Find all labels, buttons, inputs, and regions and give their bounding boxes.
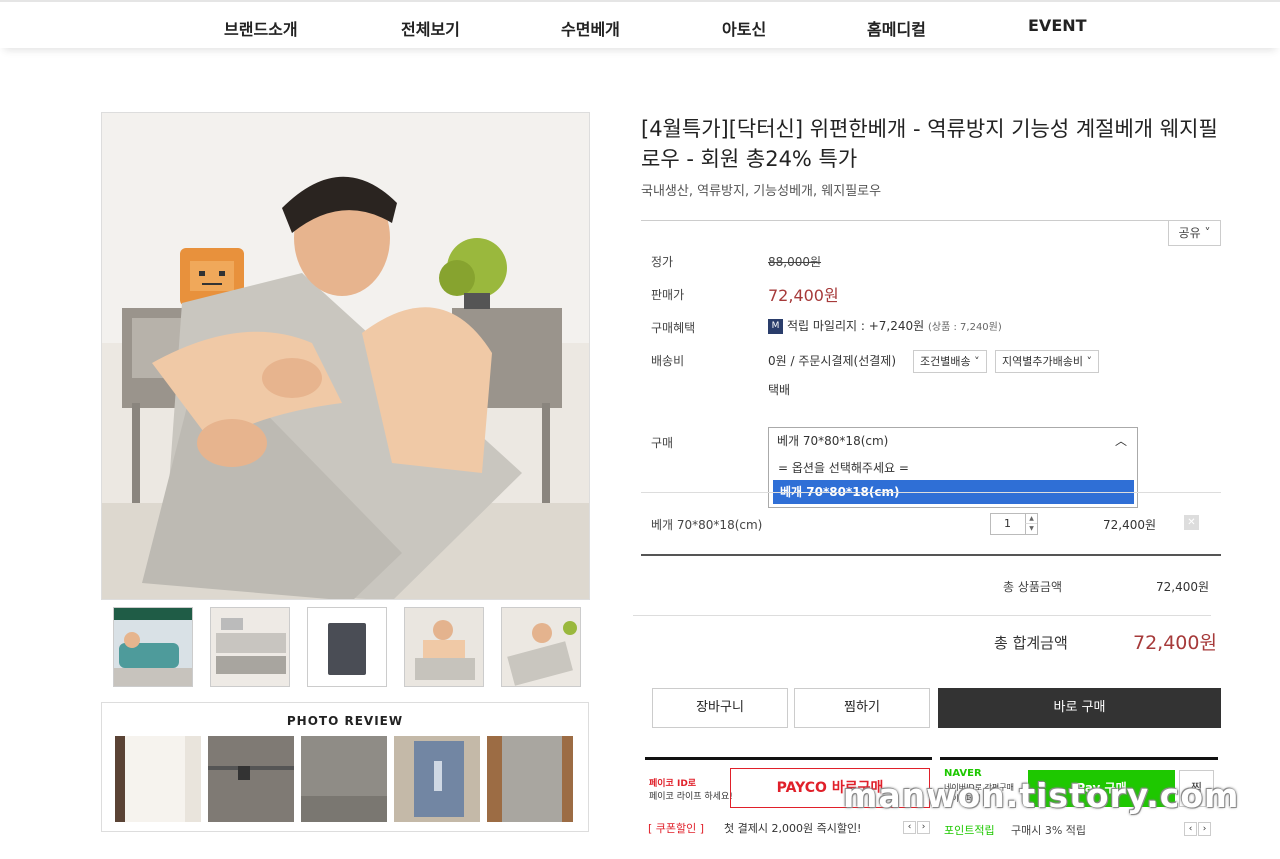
buy-now-button[interactable]: 바로 구매 [938, 688, 1221, 728]
total-value: 72,400원 [1133, 632, 1217, 654]
add-to-cart-button[interactable]: 장바구니 [652, 688, 788, 728]
cart-line-price: 72,400원 [1103, 518, 1157, 532]
sale-price-label: 판매가 [651, 288, 685, 302]
review-photo-3[interactable] [301, 736, 387, 822]
benefit-label: 구매혜택 [651, 321, 696, 335]
nav-home-medical[interactable]: 홈메디컬 [867, 16, 926, 40]
shipping-condition-dropdown[interactable]: 조건별배송 ˅ [913, 350, 987, 373]
total-label: 총 합계금액 [994, 634, 1068, 652]
quantity-input[interactable]: 1 [991, 514, 1024, 534]
main-product-image [101, 112, 590, 600]
list-price-value: 88,000원 [768, 255, 822, 269]
product-subtitle: 국내생산, 역류방지, 기능성베개, 웨지필로우 [641, 184, 882, 199]
product-title: [4월특가][닥터신] 위편한베개 - 역류방지 기능성 계절베개 웨지필로우 … [641, 117, 1218, 171]
review-photo-5[interactable] [487, 736, 573, 822]
benefit-value: M 적립 마일리지 : +7,240원 (상품 : 7,240원) [768, 317, 1002, 334]
payco-line1: 페이코 ID로 [649, 779, 697, 789]
mileage-sub: (상품 : 7,240원) [928, 322, 1002, 333]
option-placeholder[interactable]: = 옵션을 선택해주세요 = [778, 459, 909, 476]
naver-point-tag: 포인트적립 [944, 824, 995, 837]
chevron-up-icon: ︿ [1114, 434, 1127, 448]
quantity-up-icon[interactable]: ▲ [1025, 514, 1037, 524]
option-dropdown-list: = 옵션을 선택해주세요 = 베개 70*80*18(cm) [768, 454, 1138, 508]
thumbnail-4[interactable] [404, 607, 484, 687]
quantity-stepper[interactable]: 1 ▲ ▼ [990, 513, 1038, 535]
share-button[interactable]: 공유 ˅ [1168, 221, 1221, 246]
payco-promo-text: 첫 결제시 2,000원 즉시할인! [724, 822, 862, 835]
subtotal-value: 72,400원 [1156, 580, 1210, 594]
thumbnail-1[interactable] [113, 607, 193, 687]
wishlist-button[interactable]: 찜하기 [794, 688, 930, 728]
watermark-text: manwon.tistory.com [843, 776, 1240, 815]
review-photo-2[interactable] [208, 736, 294, 822]
payco-next-icon[interactable]: › [917, 821, 930, 834]
naver-prev-icon[interactable]: ‹ [1184, 822, 1197, 836]
nav-brand-intro[interactable]: 브랜드소개 [224, 16, 298, 40]
option-select-value: 베개 70*80*18(cm) [777, 434, 889, 448]
list-price-label: 정가 [651, 255, 674, 269]
quantity-down-icon[interactable]: ▼ [1025, 524, 1037, 534]
shipping-label: 배송비 [651, 354, 685, 368]
review-photo-4[interactable] [394, 736, 480, 822]
shipping-method: 택배 [768, 383, 791, 397]
sale-price-value: 72,400원 [768, 286, 839, 305]
nav-sleep-pillow[interactable]: 수면베개 [561, 16, 620, 40]
regional-shipping-dropdown[interactable]: 지역별추가배송비 ˅ [995, 350, 1099, 373]
cart-line-name: 베개 70*80*18(cm) [651, 518, 763, 532]
shipping-value: 0원 / 주문시결제(선결제) [768, 354, 897, 368]
payco-prev-icon[interactable]: ‹ [903, 821, 916, 834]
photo-review-title: PHOTO REVIEW [286, 714, 404, 728]
top-navigation: 브랜드소개 전체보기 수면베개 아토신 홈메디컬 EVENT [0, 0, 1280, 48]
divider [641, 220, 1221, 221]
payco-line2: 페이코 라이프 하세요! [649, 792, 733, 802]
naver-point-text: 구매시 3% 적립 [1011, 824, 1087, 837]
buy-option-label: 구매 [651, 436, 674, 450]
photo-review-section: PHOTO REVIEW [101, 702, 589, 832]
divider [633, 615, 1211, 616]
naver-next-icon[interactable]: › [1198, 822, 1211, 836]
divider [641, 492, 1221, 493]
payco-promo-tag: [ 쿠폰할인 ] [648, 822, 705, 835]
nav-atosin[interactable]: 아토신 [722, 16, 766, 40]
thumbnail-5[interactable] [501, 607, 581, 687]
remove-line-close-icon[interactable]: ✕ [1184, 515, 1199, 530]
option-select[interactable]: 베개 70*80*18(cm) ︿ [768, 427, 1138, 455]
thumbnail-2[interactable] [210, 607, 290, 687]
mileage-text: 적립 마일리지 : +7,240원 [787, 319, 925, 333]
nav-view-all[interactable]: 전체보기 [401, 16, 460, 40]
divider [641, 554, 1221, 556]
mileage-badge-icon: M [768, 319, 783, 334]
nav-event[interactable]: EVENT [1028, 16, 1087, 35]
thumbnail-3[interactable] [307, 607, 387, 687]
subtotal-label: 총 상품금액 [1003, 580, 1063, 594]
review-photo-1[interactable] [115, 736, 201, 822]
